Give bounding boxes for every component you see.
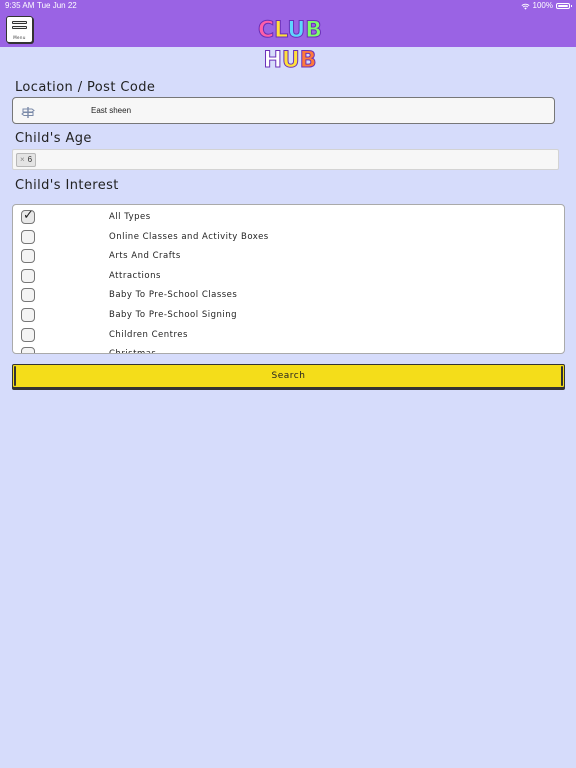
wifi-icon [521,3,530,10]
interest-checkbox[interactable] [21,347,35,353]
interest-item-label: Online Classes and Activity Boxes [109,231,269,242]
search-button[interactable]: Search [12,364,565,388]
interest-checkbox[interactable] [21,268,35,283]
location-input[interactable]: East sheen [12,97,555,124]
interest-checkbox[interactable] [21,327,35,342]
location-value: East sheen [91,106,132,115]
interest-checkbox[interactable]: ✓ [21,208,35,224]
check-icon: ✓ [23,208,34,223]
app-header: Menu CLUB HUB [0,12,576,74]
status-bar: 9:35 AM Tue Jun 22 100% [0,0,576,12]
signpost-icon [21,107,35,118]
interest-item-label: Attractions [109,270,161,281]
interest-item-label: Christmas [109,344,156,353]
menu-icon [12,21,27,31]
interest-checkbox[interactable] [21,249,35,264]
menu-button[interactable]: Menu [6,16,33,43]
logo-text: CLUB HUB [257,18,323,74]
interest-item[interactable]: Attractions [13,266,564,286]
interest-item-label: Children Centres [109,329,188,340]
interest-item[interactable]: ✓ All Types [13,207,564,227]
interest-checkbox[interactable] [21,288,35,303]
club-hub-logo: CLUB HUB [240,16,340,74]
status-right: 100% [521,0,572,12]
interest-item[interactable]: Christmas [13,344,564,353]
interest-item-label: All Types [109,212,151,222]
interest-item[interactable]: Online Classes and Activity Boxes [13,227,564,247]
age-select[interactable]: × 6 [12,149,559,170]
interest-item-label: Baby To Pre-School Classes [109,290,238,301]
interest-item[interactable]: Children Centres [13,325,564,345]
interest-item[interactable]: Arts And Crafts [13,246,564,266]
age-tag[interactable]: × 6 [16,153,37,167]
menu-button-label: Menu [13,35,26,40]
interest-item[interactable]: Baby To Pre-School Signing [13,305,564,325]
age-tag-value: 6 [27,155,33,164]
interest-checkbox[interactable] [21,229,35,244]
age-label: Child's Age [15,131,92,146]
status-date: Tue Jun 22 [37,1,77,10]
battery-percent: 100% [532,1,553,10]
interest-list[interactable]: ✓ All Types Online Classes and Activity Bo… [12,204,565,354]
interest-checkbox[interactable] [21,308,35,322]
interest-item[interactable]: Baby To Pre-School Classes [13,285,564,305]
battery-icon [556,3,572,9]
location-label: Location / Post Code [15,80,156,95]
status-time: 9:35 AM [5,1,35,10]
interest-item-label: Baby To Pre-School Signing [109,310,238,320]
interest-label: Child's Interest [15,178,119,193]
remove-icon[interactable]: × [20,154,25,166]
interest-item-label: Arts And Crafts [109,251,181,262]
